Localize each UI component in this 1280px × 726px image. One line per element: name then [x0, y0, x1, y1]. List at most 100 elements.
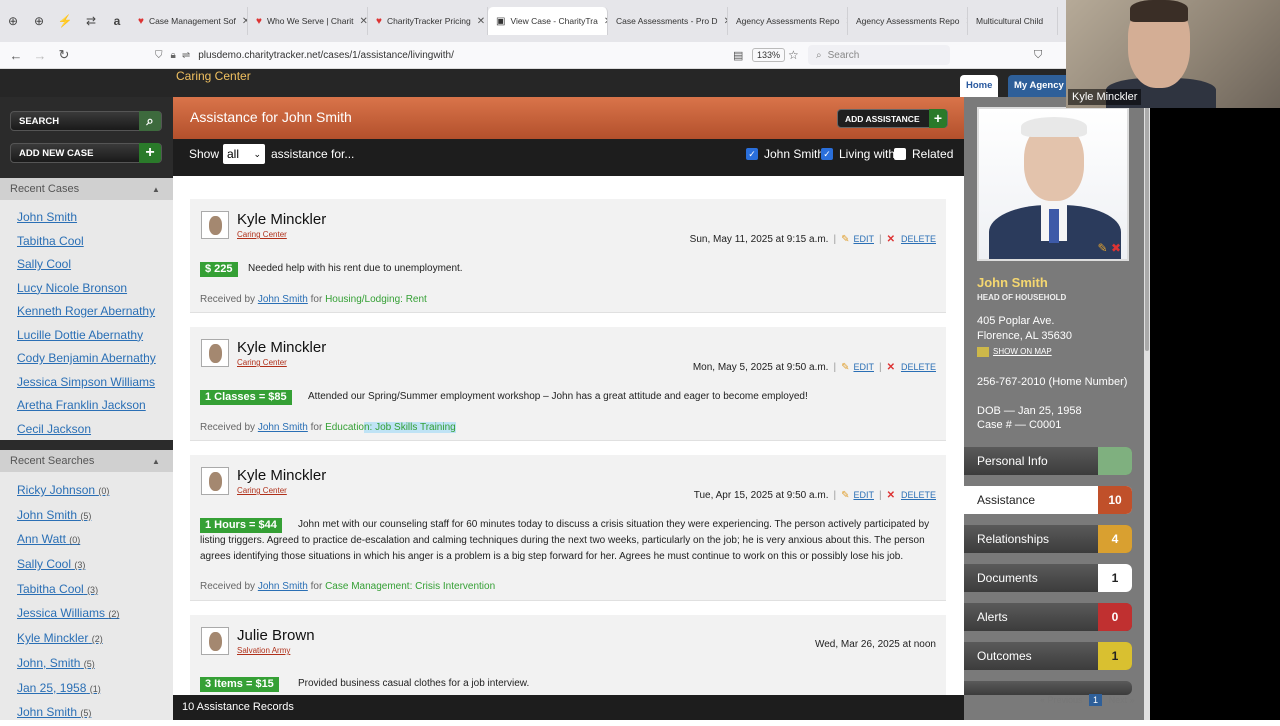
recent-case-link[interactable]: John Smith	[0, 206, 173, 230]
recent-search-label: Jan 25, 1958	[17, 680, 87, 695]
checkbox-icon[interactable]	[894, 148, 906, 160]
pager-prev[interactable]: « Previous	[1040, 695, 1083, 705]
tab-multicultural[interactable]: Multicultural Child	[968, 7, 1058, 35]
recent-case-link[interactable]: Tabitha Cool	[0, 230, 173, 254]
menu-personal-info[interactable]: Personal Info	[964, 447, 1132, 475]
url-field[interactable]: ⛉ 🔒︎ ⇌ plusdemo.charitytracker.net/cases…	[155, 44, 805, 66]
recent-case-link[interactable]: Lucy Nicole Bronson	[0, 277, 173, 301]
record-meta: Wed, Mar 26, 2025 at noon	[814, 639, 936, 650]
delete-icon[interactable]: ✕	[887, 362, 895, 373]
provider-org-link[interactable]: Caring Center	[237, 358, 287, 367]
recent-search-link[interactable]: Jessica Williams (2)	[0, 601, 173, 626]
recent-search-link[interactable]: Kyle Minckler (2)	[0, 626, 173, 651]
tab-who-we-serve[interactable]: ♥ Who We Serve | Charit ✕	[248, 7, 368, 35]
delete-link[interactable]: DELETE	[901, 490, 936, 500]
collapse-icon[interactable]: ▲	[152, 457, 160, 466]
recent-case-link[interactable]: Sally Cool	[0, 253, 173, 277]
bolt-icon[interactable]: ⚡	[52, 7, 78, 35]
recipient-link[interactable]: John Smith	[258, 422, 308, 433]
provider-org-link[interactable]: Caring Center	[237, 486, 287, 495]
close-icon[interactable]: ✕	[360, 16, 367, 27]
tab-home[interactable]: Home	[960, 75, 999, 97]
recent-search-count: (2)	[91, 634, 103, 645]
menu-relationships[interactable]: Relationships 4	[964, 525, 1132, 553]
recent-search-label: Ann Watt	[17, 532, 66, 547]
edit-link[interactable]: EDIT	[853, 234, 874, 244]
collapse-icon[interactable]: ▲	[152, 185, 160, 194]
search-button[interactable]: SEARCH ⌕	[10, 111, 162, 131]
tab-agency-assessments[interactable]: Agency Assessments Repo✕	[728, 7, 848, 35]
recent-search-link[interactable]: John Smith (5)	[0, 700, 173, 725]
menu-next[interactable]	[964, 681, 1132, 695]
recent-search-link[interactable]: John, Smith (5)	[0, 651, 173, 676]
tab-agency-assessments-2[interactable]: Agency Assessments Repo✕	[848, 7, 968, 35]
menu-alerts[interactable]: Alerts 0	[964, 603, 1132, 631]
delete-link[interactable]: DELETE	[901, 234, 936, 244]
recipient-link[interactable]: John Smith	[258, 581, 308, 592]
recent-case-link[interactable]: Jessica Simpson Williams	[0, 371, 173, 395]
recent-case-link[interactable]: Cody Benjamin Abernathy	[0, 347, 173, 371]
close-icon[interactable]: ✕	[477, 16, 485, 27]
menu-documents[interactable]: Documents 1	[964, 564, 1132, 592]
menu-outcomes[interactable]: Outcomes 1	[964, 642, 1132, 670]
zoom-level[interactable]: 133%	[752, 48, 786, 62]
amazon-icon[interactable]: a	[104, 7, 130, 35]
delete-icon[interactable]: ✕	[887, 234, 895, 245]
recent-search-link[interactable]: Sally Cool (3)	[0, 552, 173, 577]
pager-next[interactable]: Next »	[1109, 695, 1135, 705]
recent-case-link[interactable]: Lucille Dottie Abernathy	[0, 324, 173, 348]
edit-link[interactable]: EDIT	[853, 362, 874, 372]
tab-case-assessments[interactable]: Case Assessments - Pro D✕	[608, 7, 728, 35]
globe-icon[interactable]: ⊕	[26, 7, 52, 35]
recent-search-link[interactable]: Ricky Johnson (0)	[0, 478, 173, 503]
pencil-icon[interactable]: ✎	[841, 490, 849, 501]
tab-pricing[interactable]: ♥ CharityTracker Pricing ✕	[368, 7, 488, 35]
recent-search-link[interactable]: Ann Watt (0)	[0, 527, 173, 552]
pencil-icon[interactable]: ✎	[841, 362, 849, 373]
back-icon[interactable]: ←	[4, 48, 28, 63]
recent-case-link[interactable]: Aretha Franklin Jackson	[0, 394, 173, 418]
add-assistance-button[interactable]: ADD ASSISTANCE +	[837, 109, 948, 128]
count-badge: 1	[1098, 642, 1132, 670]
pocket-icon[interactable]: ⛉	[1034, 49, 1042, 62]
tab-view-case[interactable]: ▣View Case - CharityTra✕	[488, 7, 608, 35]
star-icon[interactable]: ☆	[788, 48, 799, 62]
recent-cases-header[interactable]: Recent Cases ▲	[0, 178, 173, 200]
pager-page[interactable]: 1	[1089, 694, 1103, 706]
edit-link[interactable]: EDIT	[853, 490, 874, 500]
filter-living-with[interactable]: ✓ Living with	[821, 147, 895, 161]
tab-case-management[interactable]: ♥Case Management Sof✕	[130, 7, 248, 35]
recent-search-link[interactable]: John Smith (5)	[0, 503, 173, 528]
recent-case-link[interactable]: Kenneth Roger Abernathy	[0, 300, 173, 324]
checkbox-checked-icon[interactable]: ✓	[746, 148, 758, 160]
reader-icon[interactable]: ▤	[733, 49, 743, 62]
show-select[interactable]: all ⌄	[223, 144, 265, 164]
add-new-case-button[interactable]: ADD NEW CASE +	[10, 143, 162, 163]
scrollbar-thumb[interactable]	[1145, 101, 1149, 351]
globe-icon[interactable]: ⊕	[0, 7, 26, 35]
client-phone: 256-767-2010 (Home Number)	[977, 376, 1128, 388]
reload-icon[interactable]: ↻	[52, 47, 76, 63]
tab-my-agency[interactable]: My Agency	[1008, 75, 1070, 97]
recent-search-link[interactable]: Tabitha Cool (3)	[0, 577, 173, 602]
recent-searches-header[interactable]: Recent Searches ▲	[0, 450, 173, 472]
provider-org-link[interactable]: Salvation Army	[237, 646, 290, 655]
delete-icon[interactable]: ✕	[887, 490, 895, 501]
checkbox-checked-icon[interactable]: ✓	[821, 148, 833, 160]
menu-assistance[interactable]: Assistance 10	[964, 486, 1132, 514]
forward-icon[interactable]: →	[28, 48, 52, 63]
browser-search-input[interactable]: ⌕ Search	[808, 45, 950, 65]
recipient-link[interactable]: John Smith	[258, 294, 308, 305]
close-icon[interactable]: ✖	[1111, 241, 1121, 255]
recent-search-link[interactable]: Jan 25, 1958 (1)	[0, 676, 173, 701]
delete-link[interactable]: DELETE	[901, 362, 936, 372]
recent-case-link[interactable]: Cecil Jackson	[0, 418, 173, 442]
translate-icon[interactable]: ⇄	[78, 7, 104, 35]
filter-john-smith[interactable]: ✓ John Smith	[746, 147, 824, 161]
pencil-icon[interactable]: ✎	[1098, 241, 1108, 255]
filter-related[interactable]: Related	[894, 147, 953, 161]
provider-org-link[interactable]: Caring Center	[237, 230, 287, 239]
show-on-map-link[interactable]: SHOW ON MAP	[977, 347, 1052, 357]
client-panel: ✎ ✖ John Smith HEAD OF HOUSEHOLD 405 Pop…	[964, 97, 1144, 720]
pencil-icon[interactable]: ✎	[841, 234, 849, 245]
